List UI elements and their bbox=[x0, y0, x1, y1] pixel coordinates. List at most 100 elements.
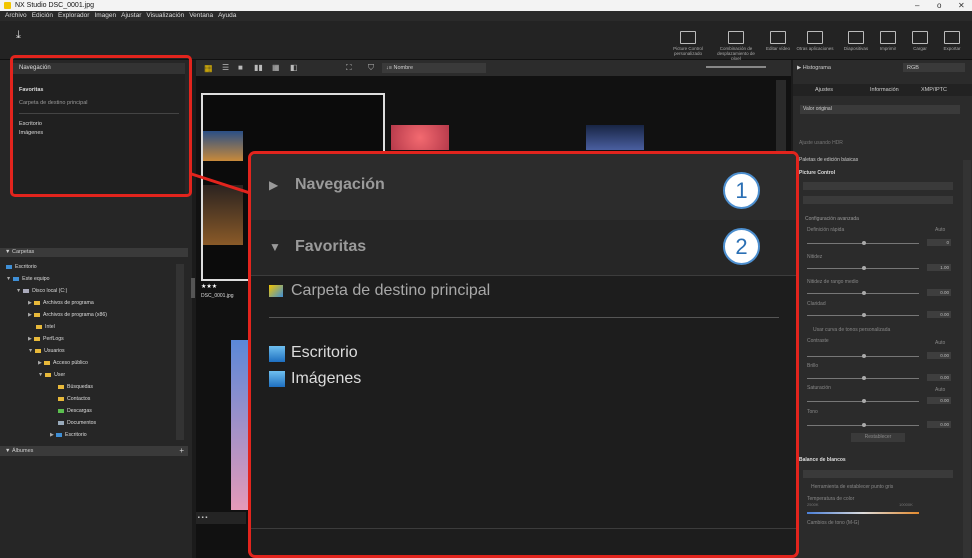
menu-archivo[interactable]: Archivo bbox=[5, 12, 27, 19]
hue-slider[interactable] bbox=[807, 423, 919, 427]
thumbnail-filename: DSC_0001.jpg bbox=[201, 293, 234, 299]
tree-item[interactable]: Descargas bbox=[58, 408, 92, 414]
zoom-navigation-row[interactable]: ▶ Navegación bbox=[251, 154, 796, 221]
list-view-icon[interactable]: ☰ bbox=[222, 63, 229, 72]
tree-item[interactable]: ▼ Usuarios bbox=[28, 348, 65, 354]
grid-view-icon[interactable]: ▦ bbox=[204, 63, 213, 74]
auto-checkbox[interactable]: Auto bbox=[935, 227, 945, 233]
brightness-slider[interactable] bbox=[807, 376, 919, 380]
close-button[interactable]: ✕ bbox=[958, 0, 965, 11]
tree-item[interactable]: Búsquedas bbox=[58, 384, 93, 390]
compare-view-icon[interactable]: ▮▮ bbox=[254, 63, 263, 72]
saturation-slider[interactable] bbox=[807, 399, 919, 403]
rating-stars[interactable]: ★★★ bbox=[201, 283, 217, 290]
menu-explorador[interactable]: Explorador bbox=[58, 12, 89, 19]
zoom-item-escritorio[interactable]: Escritorio bbox=[291, 344, 358, 362]
tree-item[interactable]: ▼ User bbox=[38, 372, 65, 378]
tree-item[interactable]: Intel bbox=[36, 324, 55, 330]
fit-icon[interactable]: ⛶ bbox=[346, 63, 352, 73]
thumb-size-slider[interactable] bbox=[706, 66, 766, 68]
value-box[interactable]: 0.00 bbox=[927, 289, 951, 296]
value-box[interactable]: 0.00 bbox=[927, 397, 951, 404]
bottom-tools[interactable]: ▪ ▪ ▪ bbox=[196, 512, 246, 524]
midrange-slider[interactable] bbox=[807, 291, 919, 295]
value-box[interactable]: 0.00 bbox=[927, 311, 951, 318]
sort-dropdown[interactable]: ↓≡ Nombre bbox=[382, 63, 486, 73]
thumbnail-image[interactable] bbox=[231, 340, 249, 510]
add-album-button[interactable]: + bbox=[179, 446, 184, 456]
histogram-mode-select[interactable]: RGB bbox=[903, 63, 965, 72]
folders-header[interactable]: ▼ Carpetas bbox=[0, 248, 188, 257]
gray-point-tool[interactable]: Herramienta de establecer punto gris bbox=[811, 484, 893, 490]
edit-video-button[interactable]: Editar vídeo bbox=[758, 31, 798, 51]
right-panel: ▶ Histograma RGB Ajustes Información XMP… bbox=[793, 60, 972, 558]
filter-icon[interactable]: ⛉ bbox=[368, 63, 374, 73]
tree-item[interactable]: Escritorio bbox=[6, 264, 37, 270]
tree-item[interactable]: ▼ Disco local (C:) bbox=[16, 288, 67, 294]
tree-item[interactable]: ▶ Escritorio bbox=[50, 432, 87, 438]
advanced-settings[interactable]: Configuración avanzada bbox=[805, 216, 859, 222]
auto-checkbox[interactable]: Auto bbox=[935, 340, 945, 346]
panel-splitter[interactable] bbox=[191, 278, 195, 298]
import-icon[interactable]: ⤓ bbox=[16, 29, 21, 42]
value-box[interactable]: 0 bbox=[927, 239, 951, 246]
tree-item[interactable]: ▶ PerfLogs bbox=[28, 336, 64, 342]
contrast-slider[interactable] bbox=[807, 354, 919, 358]
tree-item[interactable]: ▼ Este equipo bbox=[6, 276, 50, 282]
histogram-header[interactable]: ▶ Histograma RGB bbox=[793, 63, 972, 73]
other-apps-button[interactable]: Otras aplicaciones bbox=[795, 31, 835, 51]
menu-imagen[interactable]: Imagen bbox=[94, 12, 116, 19]
export-button[interactable]: Exportar bbox=[932, 31, 972, 51]
menu-ayuda[interactable]: Ayuda bbox=[218, 12, 236, 19]
minimize-button[interactable]: – bbox=[915, 0, 919, 11]
two-view-icon[interactable]: ◧ bbox=[290, 63, 298, 72]
zoom-favorite-item[interactable]: Carpeta de destino principal bbox=[291, 282, 490, 300]
menu-visualizacion[interactable]: Visualización bbox=[146, 12, 184, 19]
value-box[interactable]: 0.00 bbox=[927, 374, 951, 381]
zoom-favorites-row[interactable]: ▼ Favoritas bbox=[251, 220, 796, 276]
picture-control-select[interactable] bbox=[803, 182, 953, 190]
picture-control-select-2[interactable] bbox=[803, 196, 953, 204]
albums-header[interactable]: ▼ Álbumes + bbox=[0, 446, 188, 456]
tree-item[interactable]: ▶ Archivos de programa bbox=[28, 300, 94, 306]
clarity-slider[interactable] bbox=[807, 313, 919, 317]
tree-item[interactable]: Contactos bbox=[58, 396, 90, 402]
menu-ajustar[interactable]: Ajustar bbox=[121, 12, 141, 19]
auto-checkbox[interactable]: Auto bbox=[935, 387, 945, 393]
quick-sharp-slider[interactable] bbox=[807, 241, 919, 245]
tree-item[interactable]: Documentos bbox=[58, 420, 96, 426]
right-scrollbar[interactable] bbox=[963, 160, 971, 558]
menu-ventana[interactable]: Ventana bbox=[189, 12, 213, 19]
tree-item[interactable]: ▶ Acceso público bbox=[38, 360, 88, 366]
temperature-slider[interactable] bbox=[807, 512, 919, 514]
slider-label: Brillo bbox=[807, 363, 819, 369]
multi-view-icon[interactable]: ▦ bbox=[272, 63, 280, 72]
preset-select[interactable]: Valor original bbox=[800, 105, 960, 114]
maximize-button[interactable]: o bbox=[937, 0, 941, 11]
thumbnail-image[interactable] bbox=[586, 125, 644, 150]
custom-curve-checkbox[interactable]: Usar curva de tonos personalizada bbox=[813, 327, 890, 333]
tab-informacion[interactable]: Información bbox=[870, 84, 899, 96]
tab-ajustes[interactable]: Ajustes bbox=[815, 84, 833, 96]
expand-triangle-icon: ▶ bbox=[269, 178, 279, 192]
zoom-item-imagenes[interactable]: Imágenes bbox=[291, 370, 361, 388]
picture-control-header[interactable]: Picture Control bbox=[799, 170, 835, 176]
wb-select[interactable] bbox=[803, 470, 953, 478]
picture-control-button[interactable]: Picture Control personalizado bbox=[668, 31, 708, 56]
reset-button[interactable]: Restablecer bbox=[851, 433, 905, 442]
folder-scrollbar[interactable] bbox=[176, 264, 184, 440]
tree-item[interactable]: ▶ Archivos de programa (x86) bbox=[28, 312, 107, 318]
value-box[interactable]: 0.00 bbox=[927, 352, 951, 359]
white-balance-header[interactable]: Balance de blancos bbox=[799, 457, 846, 463]
value-box[interactable]: 0.00 bbox=[927, 421, 951, 428]
palette-label: Paletas de edición básicas bbox=[799, 157, 859, 163]
value-box[interactable]: 1.00 bbox=[927, 264, 951, 271]
single-view-icon[interactable]: ■ bbox=[238, 63, 243, 72]
pixel-shift-button[interactable]: Combinación de desplazamiento de píxel bbox=[712, 31, 760, 61]
thumbnail-image[interactable] bbox=[391, 125, 449, 150]
menu-edicion[interactable]: Edición bbox=[32, 12, 53, 19]
hdr-checkbox[interactable]: Ajuste usando HDR bbox=[799, 140, 843, 146]
sharpening-slider[interactable] bbox=[807, 266, 919, 270]
tab-xmp[interactable]: XMP/IPTC bbox=[921, 84, 947, 96]
slider-label: Claridad bbox=[807, 301, 826, 307]
